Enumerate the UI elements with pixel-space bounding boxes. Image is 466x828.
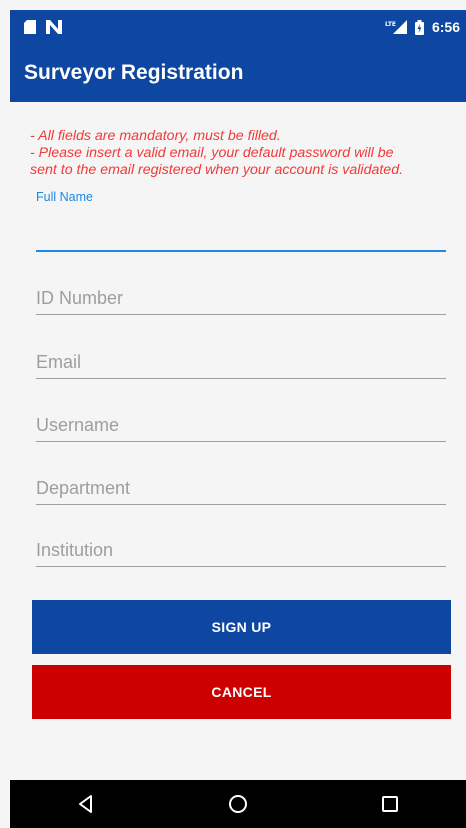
institution-underline	[36, 566, 446, 567]
department-field	[36, 461, 446, 505]
home-icon	[228, 794, 248, 814]
institution-field	[36, 523, 446, 567]
department-input[interactable]	[36, 478, 446, 499]
status-time: 6:56	[431, 19, 460, 35]
registration-form: - All fields are mandatory, must be fill…	[10, 102, 466, 780]
sd-card-icon	[24, 20, 36, 34]
email-input[interactable]	[36, 352, 446, 373]
cancel-button[interactable]: CANCEL	[32, 665, 451, 719]
full-name-input[interactable]	[36, 225, 446, 246]
lte-signal-icon: LTE	[385, 20, 407, 34]
app-bar: Surveyor Registration	[10, 44, 466, 102]
recents-button[interactable]	[360, 780, 420, 828]
back-button[interactable]	[56, 780, 116, 828]
sign-up-button[interactable]: SIGN UP	[32, 600, 451, 654]
full-name-label: Full Name	[36, 190, 93, 204]
full-name-underline	[36, 250, 446, 252]
email-field	[36, 335, 446, 379]
notice-line-2: - Please insert a valid email, your defa…	[30, 145, 394, 161]
status-bar-right: LTE 6:56	[385, 19, 460, 35]
username-input[interactable]	[36, 415, 446, 436]
notice-line-1: - All fields are mandatory, must be fill…	[30, 128, 281, 144]
back-icon	[76, 794, 96, 814]
status-bar-left	[24, 20, 62, 34]
notice-line-3: sent to the email registered when your a…	[30, 162, 404, 178]
notice-text: - All fields are mandatory, must be fill…	[30, 128, 450, 179]
status-bar: LTE 6:56	[10, 10, 466, 44]
battery-icon	[414, 19, 424, 35]
department-underline	[36, 504, 446, 505]
institution-input[interactable]	[36, 540, 446, 561]
navigation-bar	[10, 780, 466, 828]
full-name-field: Full Name	[36, 190, 446, 252]
username-field	[36, 398, 446, 442]
home-button[interactable]	[208, 780, 268, 828]
username-underline	[36, 441, 446, 442]
id-number-field	[36, 271, 446, 315]
id-number-input[interactable]	[36, 288, 446, 309]
svg-text:LTE: LTE	[385, 21, 396, 28]
email-underline	[36, 378, 446, 379]
id-number-underline	[36, 314, 446, 315]
recents-icon	[381, 795, 399, 813]
n-notification-icon	[46, 20, 62, 34]
page-title: Surveyor Registration	[24, 61, 244, 84]
